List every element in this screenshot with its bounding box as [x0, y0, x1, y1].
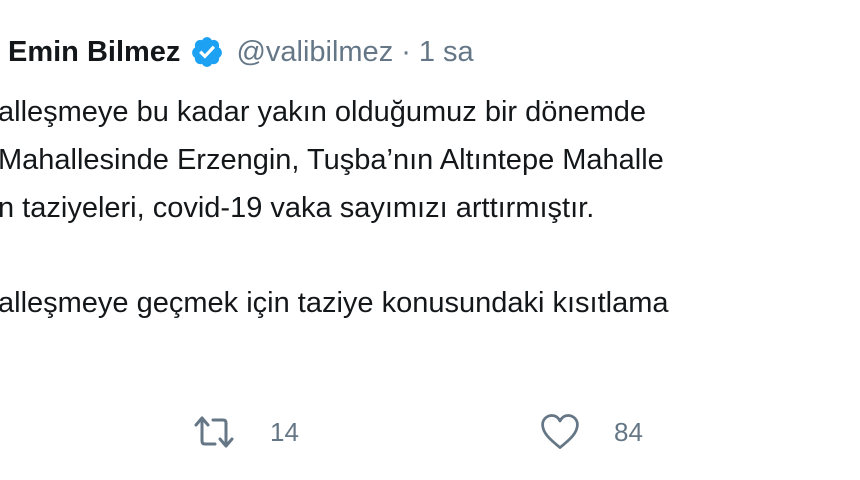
tweet-actions: 14 84: [0, 408, 860, 456]
timestamp[interactable]: 1 sa: [419, 30, 474, 74]
retweet-button[interactable]: 14: [190, 408, 299, 456]
heart-icon[interactable]: [538, 410, 582, 454]
tweet-header: Emin Bilmez @valibilmez · 1 sa: [8, 30, 474, 74]
retweet-count: 14: [270, 417, 299, 447]
like-button[interactable]: 84: [538, 408, 643, 456]
display-name[interactable]: Emin Bilmez: [8, 30, 180, 74]
verified-badge-icon: [190, 35, 224, 69]
tweet-text-line: alleşmeye bu kadar yakın olduğumuz bir d…: [0, 96, 647, 128]
like-count: 84: [614, 417, 643, 447]
tweet-text: alleşmeye bu kadar yakın olduğumuz bir d…: [0, 88, 669, 327]
tweet-text-line: alleşmeye geçmek için taziye konusundaki…: [0, 287, 669, 319]
tweet-text-line: n taziyeleri, covid-19 vaka sayımızı art…: [0, 192, 595, 224]
tweet-text-line: Mahallesinde Erzengin, Tuşba’nın Altınte…: [0, 144, 664, 176]
retweet-icon[interactable]: [190, 408, 238, 456]
separator-dot: ·: [401, 36, 411, 68]
user-handle[interactable]: @valibilmez: [236, 30, 393, 74]
tweet[interactable]: Emin Bilmez @valibilmez · 1 sa alleşmeye…: [0, 0, 860, 480]
